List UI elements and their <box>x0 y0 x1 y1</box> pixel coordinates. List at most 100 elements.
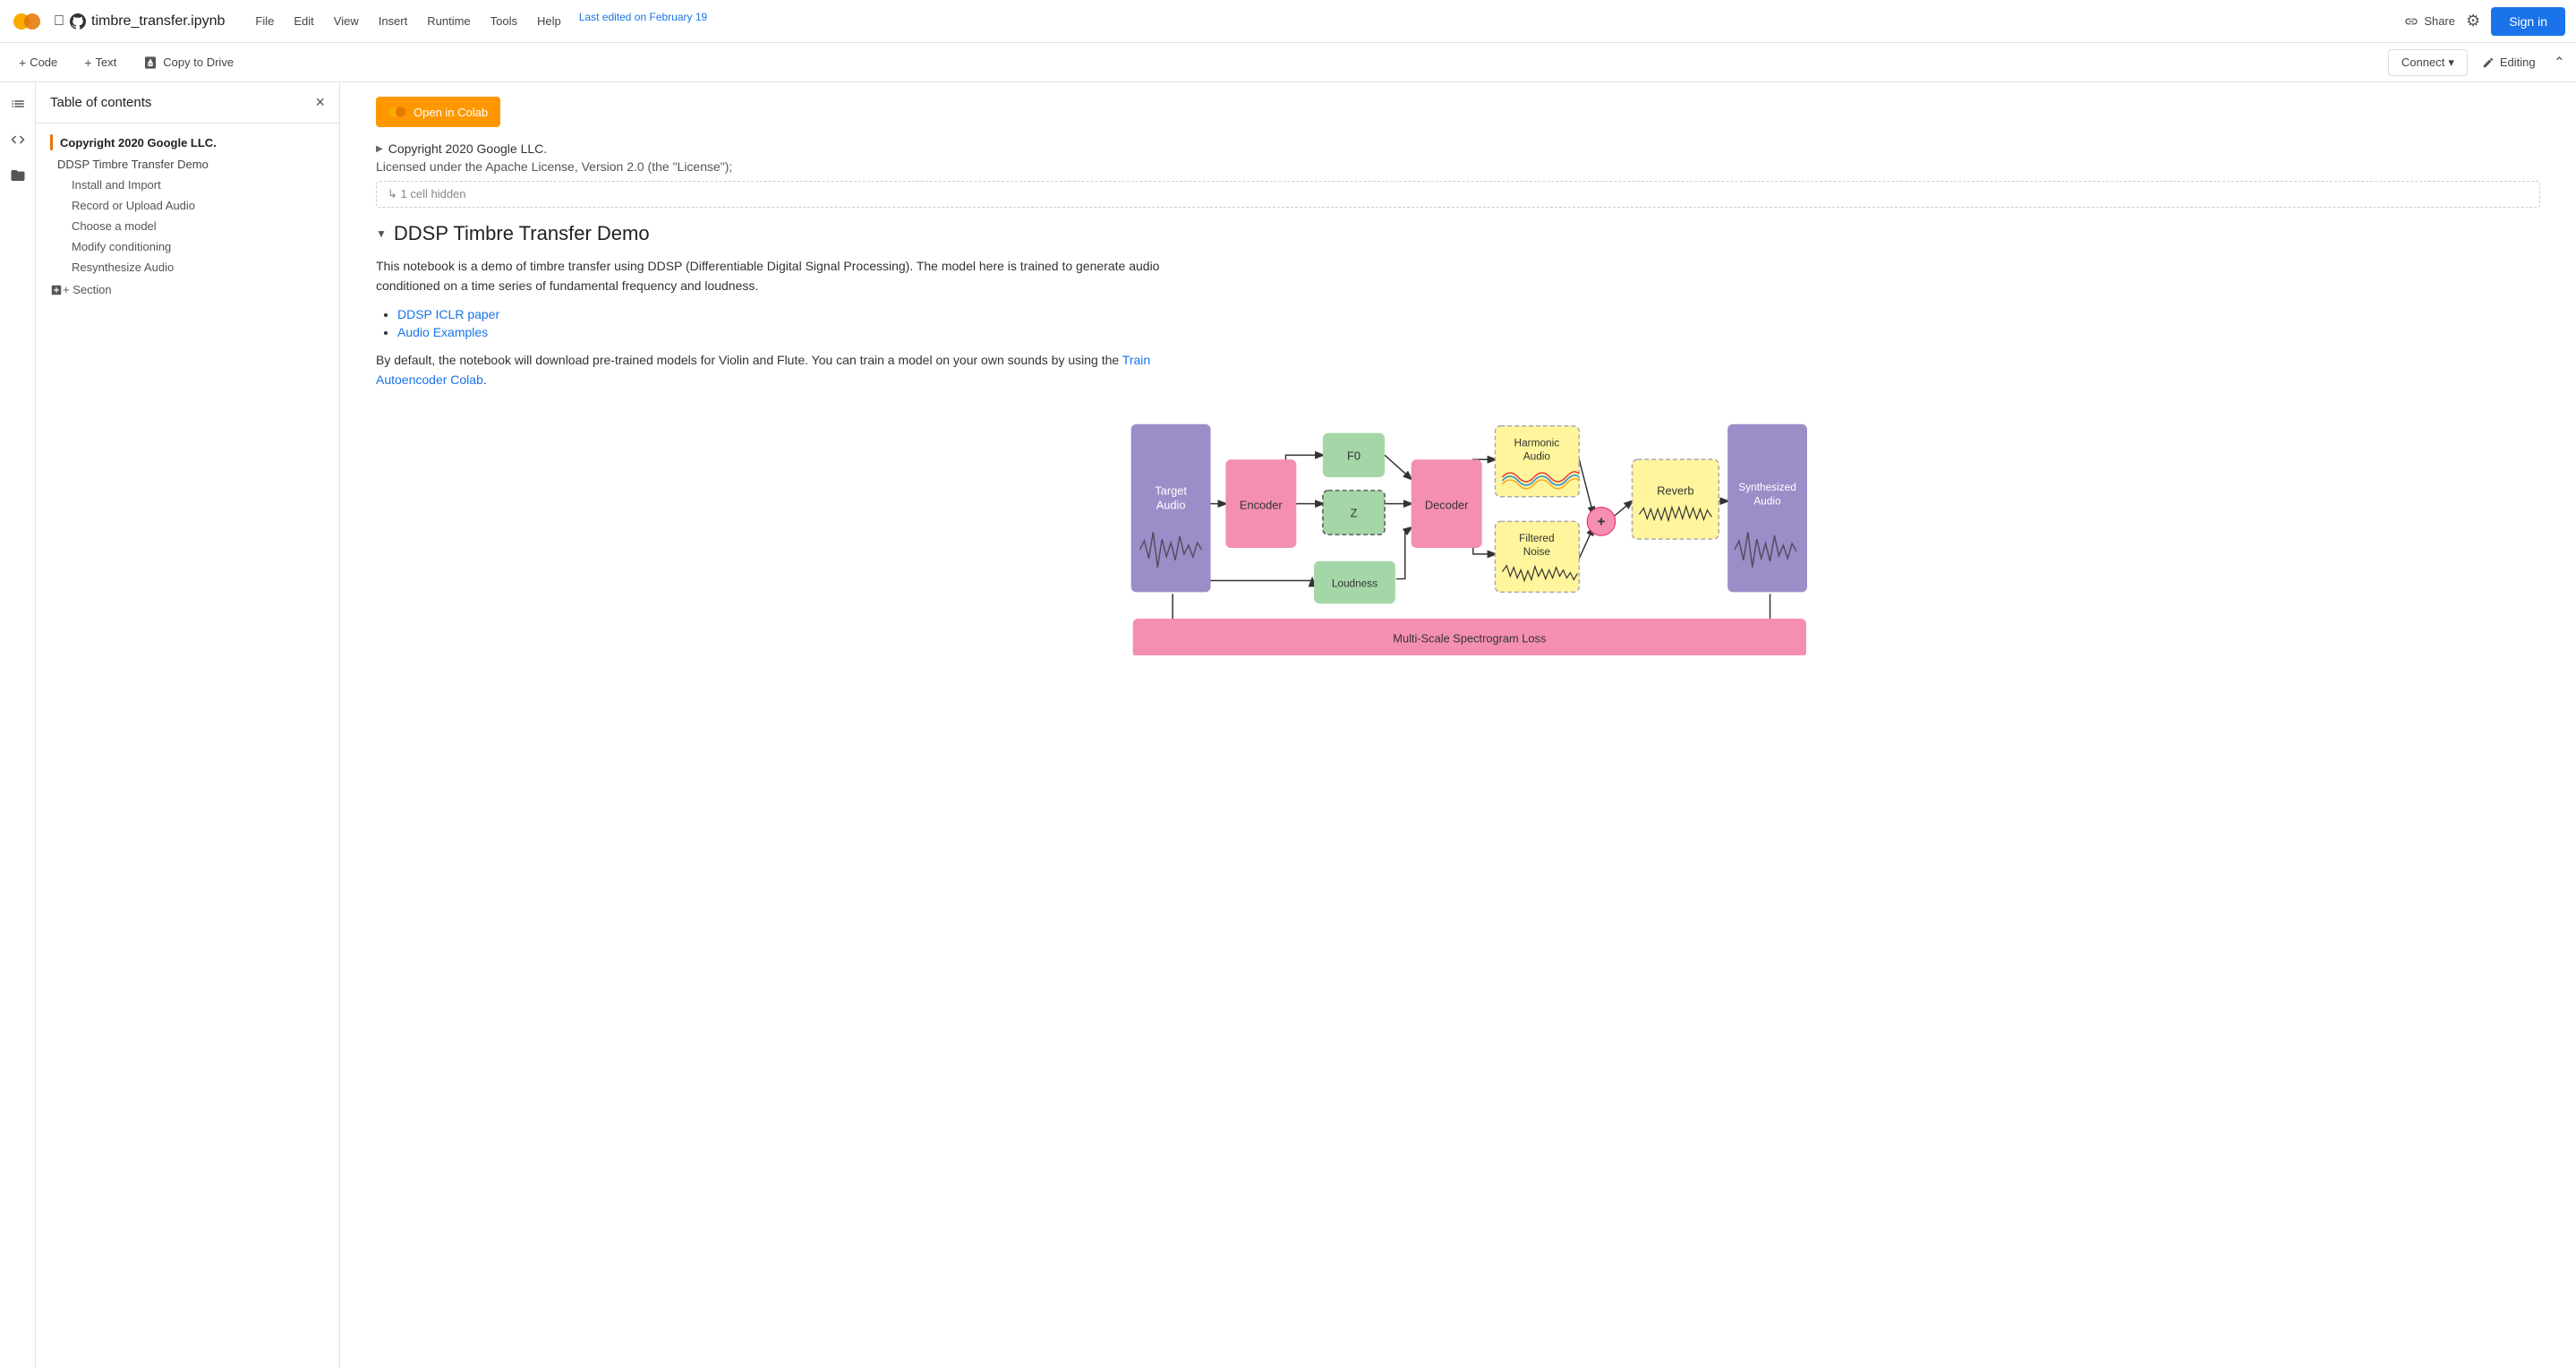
menu-edit[interactable]: Edit <box>285 11 322 31</box>
menu-view[interactable]: View <box>325 11 368 31</box>
content-inner: Open in Colab ▶ Copyright 2020 Google LL… <box>340 82 2576 688</box>
sidebar-item-modify[interactable]: Modify conditioning <box>36 236 339 257</box>
menu-insert[interactable]: Insert <box>370 11 417 31</box>
colab-logo <box>11 5 43 38</box>
copyright-title-text: Copyright 2020 Google LLC. <box>388 141 547 156</box>
plus-icon2: + <box>84 56 91 70</box>
last-edited-text[interactable]: Last edited on February 19 <box>579 11 707 31</box>
top-bar-right: Share ⚙ Sign in <box>2404 7 2565 36</box>
top-bar:  timbre_transfer.ipynb File Edit View I… <box>0 0 2576 43</box>
sidebar-item-label: Resynthesize Audio <box>72 261 174 274</box>
sidebar-item-label: Choose a model <box>72 219 157 233</box>
sidebar-close-button[interactable]: × <box>315 93 325 112</box>
add-text-button[interactable]: + Text <box>73 49 128 76</box>
copy-drive-label: Copy to Drive <box>163 56 234 69</box>
main-content: Open in Colab ▶ Copyright 2020 Google LL… <box>340 82 2576 1368</box>
menu-file[interactable]: File <box>246 11 283 31</box>
list-item-audio: Audio Examples <box>397 325 2540 339</box>
architecture-diagram: Target Audio Encoder F0 Z <box>1109 408 1807 655</box>
copyright-title[interactable]: ▶ Copyright 2020 Google LLC. <box>376 141 2540 156</box>
text-label: Text <box>95 56 116 69</box>
editing-label: Editing <box>2500 56 2536 69</box>
open-in-colab-button[interactable]: Open in Colab <box>376 97 500 127</box>
active-indicator <box>50 134 53 150</box>
connect-button[interactable]: Connect ▾ <box>2388 49 2468 76</box>
share-button[interactable]: Share <box>2404 14 2455 29</box>
section-toggle-icon[interactable]: ▼ <box>376 227 387 240</box>
collapse-sidebar-button[interactable]: ⌃ <box>2550 50 2569 75</box>
copyright-block: ▶ Copyright 2020 Google LLC. Licensed un… <box>376 141 2540 208</box>
ddsp-paper-link[interactable]: DDSP ICLR paper <box>397 307 499 321</box>
copyright-license-text: Licensed under the Apache License, Versi… <box>376 159 2540 174</box>
target-audio-label: Target <box>1155 483 1187 497</box>
sidebar-item-model[interactable]: Choose a model <box>36 216 339 236</box>
sidebar-item-label: Modify conditioning <box>72 240 171 253</box>
add-section-label: + Section <box>63 283 112 296</box>
drive-icon <box>143 56 158 70</box>
notebook-title:  timbre_transfer.ipynb <box>54 13 225 30</box>
connect-label: Connect <box>2401 56 2444 69</box>
synth-label2: Audio <box>1753 494 1781 507</box>
add-code-button[interactable]: + Code <box>7 49 69 76</box>
menu-runtime[interactable]: Runtime <box>418 11 479 31</box>
sidebar-item-record[interactable]: Record or Upload Audio <box>36 195 339 216</box>
z-label: Z <box>1351 506 1358 519</box>
add-section-button[interactable]: + Section <box>36 278 339 302</box>
menu-help[interactable]: Help <box>528 11 570 31</box>
hidden-cell-info[interactable]: ↳ 1 cell hidden <box>376 181 2540 208</box>
sidebar: Table of contents × Copyright 2020 Googl… <box>36 82 340 1368</box>
main-title-text: DDSP Timbre Transfer Demo <box>394 222 650 245</box>
f0-label: F0 <box>1347 449 1361 462</box>
sidebar-item-label: Record or Upload Audio <box>72 199 195 212</box>
collapse-arrow-icon: ▶ <box>376 144 383 154</box>
hidden-cell-text: ↳ 1 cell hidden <box>388 187 466 201</box>
para2-end: . <box>483 372 487 387</box>
sidebar-content: Copyright 2020 Google LLC. DDSP Timbre T… <box>36 124 339 1368</box>
filtered-label2: Noise <box>1523 544 1551 557</box>
sidebar-item-label: DDSP Timbre Transfer Demo <box>57 158 209 171</box>
editing-button[interactable]: Editing <box>2475 52 2543 73</box>
add-icon <box>50 284 63 296</box>
para2-start: By default, the notebook will download p… <box>376 353 1122 367</box>
sidebar-item-resynth[interactable]: Resynthesize Audio <box>36 257 339 278</box>
encoder-label: Encoder <box>1240 498 1284 511</box>
sidebar-item-copyright[interactable]: Copyright 2020 Google LLC. <box>36 131 339 154</box>
synth-label: Synthesized <box>1738 480 1796 492</box>
github-icon:  <box>54 13 64 30</box>
settings-icon[interactable]: ⚙ <box>2466 12 2480 30</box>
reverb-node <box>1633 459 1719 539</box>
plus-icon: + <box>19 56 26 70</box>
intro-paragraph: This notebook is a demo of timbre transf… <box>376 256 1181 296</box>
plus-label: + <box>1597 514 1605 529</box>
sidebar-item-install[interactable]: Install and Import <box>36 175 339 195</box>
sidebar-item-label: Install and Import <box>72 178 161 192</box>
target-audio-label2: Audio <box>1156 498 1186 511</box>
links-list: DDSP ICLR paper Audio Examples <box>397 307 2540 339</box>
sidebar-left-icons <box>0 82 36 1368</box>
link-icon <box>2404 14 2418 29</box>
sidebar-item-label: Copyright 2020 Google LLC. <box>60 136 217 150</box>
folder-icon[interactable] <box>4 161 32 190</box>
audio-examples-link[interactable]: Audio Examples <box>397 325 488 339</box>
synth-audio-node <box>1727 423 1807 592</box>
sidebar-header: Table of contents × <box>36 82 339 124</box>
toolbar-right: Connect ▾ Editing ⌃ <box>2388 49 2569 76</box>
open-colab-label: Open in Colab <box>414 106 488 119</box>
filtered-label: Filtered <box>1519 532 1554 544</box>
toolbar: + Code + Text Copy to Drive Connect ▾ Ed… <box>0 43 2576 82</box>
menu-tools[interactable]: Tools <box>482 11 526 31</box>
copy-to-drive-button[interactable]: Copy to Drive <box>132 49 245 76</box>
list-item-ddsp: DDSP ICLR paper <box>397 307 2540 321</box>
mss-label: Multi-Scale Spectrogram Loss <box>1393 631 1546 645</box>
toc-icon[interactable] <box>4 90 32 118</box>
sign-in-button[interactable]: Sign in <box>2491 7 2565 36</box>
notebook-filename: timbre_transfer.ipynb <box>91 13 225 30</box>
main-layout: Table of contents × Copyright 2020 Googl… <box>0 82 2576 1368</box>
para2: By default, the notebook will download p… <box>376 350 1181 390</box>
share-label: Share <box>2424 14 2455 28</box>
section-title: ▼ DDSP Timbre Transfer Demo <box>376 222 2540 245</box>
github-mark-icon <box>70 13 86 30</box>
code-label: Code <box>30 56 57 69</box>
sidebar-item-ddsp[interactable]: DDSP Timbre Transfer Demo <box>36 154 339 175</box>
code-icon[interactable] <box>4 125 32 154</box>
